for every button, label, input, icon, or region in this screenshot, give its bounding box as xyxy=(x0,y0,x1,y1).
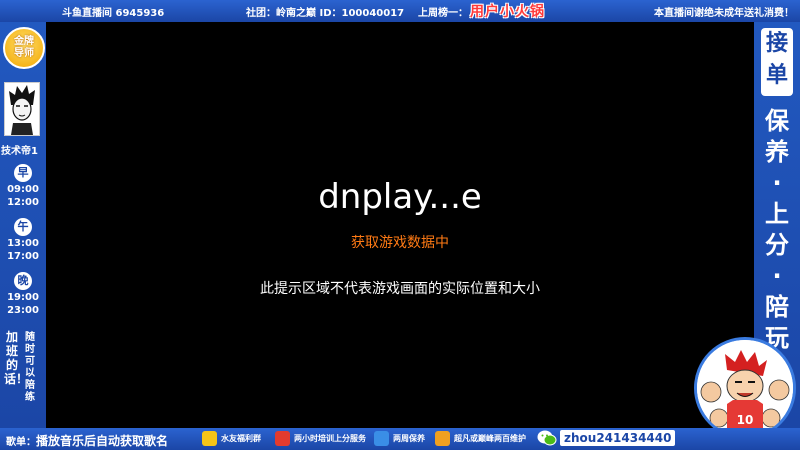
loading-status: 获取游戏数据中 xyxy=(351,235,449,251)
wechat-icon xyxy=(537,430,557,446)
shift-afternoon: 午 13:00 17:00 xyxy=(7,218,39,262)
rank-name: 用户小火锅 xyxy=(470,4,545,20)
game-title: dnplay...e xyxy=(318,177,482,217)
song-title: 播放音乐后自动获取歌名 xyxy=(36,434,169,448)
age-notice: 本直播间谢绝未成年送礼消费！ xyxy=(654,8,794,19)
top-banner: 斗鱼直播间 6945936 社团：岭南之巅 ID：100040017 上周榜一：… xyxy=(0,0,800,22)
room-number: 斗鱼直播间 6945936 xyxy=(62,8,165,19)
guild-info: 社团：岭南之巅 ID：100040017 xyxy=(246,8,405,19)
shift-evening: 晚 19:00 23:00 xyxy=(7,272,39,316)
gold-mentor-badge: 金牌 导师 xyxy=(3,27,45,69)
lightning-icon xyxy=(202,431,217,446)
avatar-illustration xyxy=(5,83,39,135)
anytime-note: 随时可以陪练 xyxy=(25,332,35,403)
crown-icon xyxy=(435,431,450,446)
wechat-id: zhou241434440 xyxy=(560,430,676,446)
link-peak-maintenance[interactable]: 超凡或巅峰两百维护 xyxy=(435,431,526,446)
shift-morning: 早 09:00 12:00 xyxy=(7,164,39,208)
game-capture-area: dnplay...e 获取游戏数据中 此提示区域不代表游戏画面的实际位置和大小 xyxy=(46,22,754,428)
svg-text:10: 10 xyxy=(737,413,754,427)
rank-label: 上周榜一： xyxy=(418,8,468,19)
link-maintenance[interactable]: 两周保养 xyxy=(374,431,425,446)
capture-tip: 此提示区域不代表游戏画面的实际位置和大小 xyxy=(260,281,540,297)
link-training-service[interactable]: 两小时培训上分服务 xyxy=(275,431,366,446)
song-info: 歌单：播放音乐后自动获取歌名 xyxy=(6,434,169,448)
wechat-contact: zhou241434440 xyxy=(537,429,676,447)
stopwatch-icon xyxy=(275,431,290,446)
tech-name: 技术帝1 xyxy=(1,146,38,157)
streamer-avatar xyxy=(4,82,40,136)
cartoon-sticker: 10 xyxy=(694,337,796,439)
rocket-icon xyxy=(374,431,389,446)
overtime-note: 加班的话！ xyxy=(4,330,29,386)
services-list: 保 养 · 上 分 · 陪 玩 xyxy=(765,107,789,352)
accept-orders-sign: 接单 xyxy=(761,28,793,96)
cartoon-illustration: 10 xyxy=(697,340,793,436)
left-panel: 金牌 导师 技术帝1 早 09:00 12:00 午 13:00 17:00 晚… xyxy=(0,22,46,428)
link-fan-group[interactable]: 水友福利群 xyxy=(202,431,261,446)
bottom-banner: 歌单：播放音乐后自动获取歌名 水友福利群 两小时培训上分服务 两周保养 超凡或巅… xyxy=(0,428,800,450)
